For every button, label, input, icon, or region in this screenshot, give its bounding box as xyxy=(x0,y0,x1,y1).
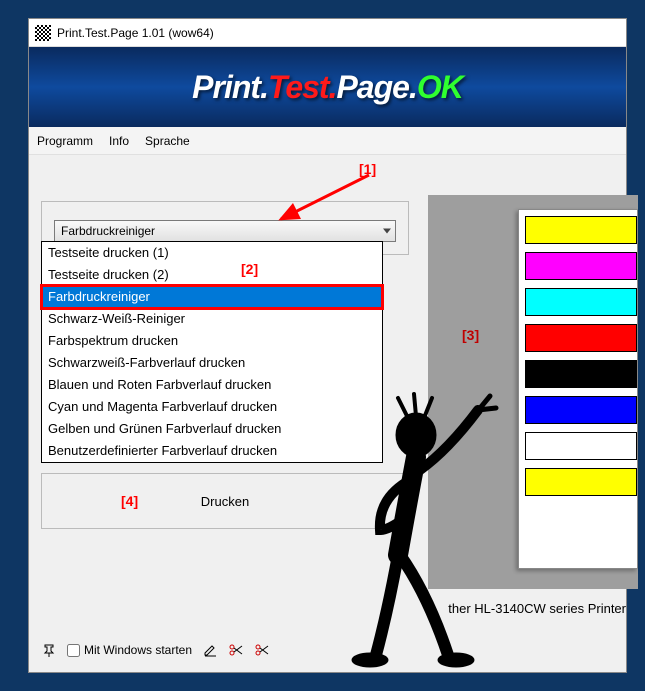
autostart-checkbox[interactable] xyxy=(67,644,80,657)
preview-strip-7 xyxy=(525,468,637,496)
titlebar: Print.Test.Page 1.01 (wow64) xyxy=(29,19,626,47)
bottom-toolbar: Mit Windows starten xyxy=(43,642,270,658)
dropdown-option-6[interactable]: Blauen und Roten Farbverlauf drucken xyxy=(42,374,382,396)
menu-sprache[interactable]: Sprache xyxy=(145,134,190,148)
app-icon xyxy=(35,25,51,41)
preview-strip-6 xyxy=(525,432,637,460)
dropdown-option-5[interactable]: Schwarzweiß-Farbverlauf drucken xyxy=(42,352,382,374)
preview-strip-5 xyxy=(525,396,637,424)
edit-icon[interactable] xyxy=(202,642,218,658)
autostart-label: Mit Windows starten xyxy=(84,643,192,657)
preview-strip-1 xyxy=(525,252,637,280)
dropdown-option-3[interactable]: Schwarz-Weiß-Reiniger xyxy=(42,308,382,330)
menubar: Programm Info Sprache xyxy=(29,127,626,155)
dropdown-selected-text: Farbdruckreiniger xyxy=(61,224,155,238)
preview-strip-2 xyxy=(525,288,637,316)
chevron-down-icon xyxy=(383,229,391,234)
dropdown-option-9[interactable]: Benutzerdefinierter Farbverlauf drucken xyxy=(42,440,382,462)
dropdown-option-1[interactable]: Testseite drucken (2) xyxy=(42,264,382,286)
banner-part-1: Test. xyxy=(268,69,337,106)
dropdown-option-0[interactable]: Testseite drucken (1) xyxy=(42,242,382,264)
preview-panel xyxy=(428,195,638,589)
printer-name-label: ther HL-3140CW series Printer xyxy=(448,601,626,616)
scissors-icon-1[interactable] xyxy=(228,642,244,658)
dropdown-option-4[interactable]: Farbspektrum drucken xyxy=(42,330,382,352)
print-panel: Drucken xyxy=(41,473,409,529)
preview-page xyxy=(518,209,638,569)
dropdown-option-2[interactable]: Farbdruckreiniger xyxy=(42,286,382,308)
scissors-icon-2[interactable] xyxy=(254,642,270,658)
dropdown-option-7[interactable]: Cyan und Magenta Farbverlauf drucken xyxy=(42,396,382,418)
mode-dropdown[interactable]: Farbdruckreiniger xyxy=(54,220,396,242)
dropdown-option-8[interactable]: Gelben und Grünen Farbverlauf drucken xyxy=(42,418,382,440)
autostart-checkbox-wrap[interactable]: Mit Windows starten xyxy=(67,643,192,657)
preview-strip-3 xyxy=(525,324,637,352)
main-area: Farbdruckreiniger Testseite drucken (1) … xyxy=(29,155,626,672)
banner-part-2: Page. xyxy=(336,69,416,106)
menu-info[interactable]: Info xyxy=(109,134,129,148)
app-banner: Print. Test. Page. OK xyxy=(29,47,626,127)
app-window: Print.Test.Page 1.01 (wow64) Print. Test… xyxy=(28,18,627,673)
mode-dropdown-list[interactable]: Testseite drucken (1) Testseite drucken … xyxy=(41,241,383,463)
preview-strip-4 xyxy=(525,360,637,388)
preview-strip-0 xyxy=(525,216,637,244)
banner-part-3: OK xyxy=(417,69,463,106)
annotation-1: [1] xyxy=(359,161,376,177)
menu-programm[interactable]: Programm xyxy=(37,134,93,148)
window-title: Print.Test.Page 1.01 (wow64) xyxy=(57,26,214,40)
print-button[interactable]: Drucken xyxy=(201,494,249,509)
pin-icon[interactable] xyxy=(43,643,57,657)
banner-part-0: Print. xyxy=(192,69,268,106)
